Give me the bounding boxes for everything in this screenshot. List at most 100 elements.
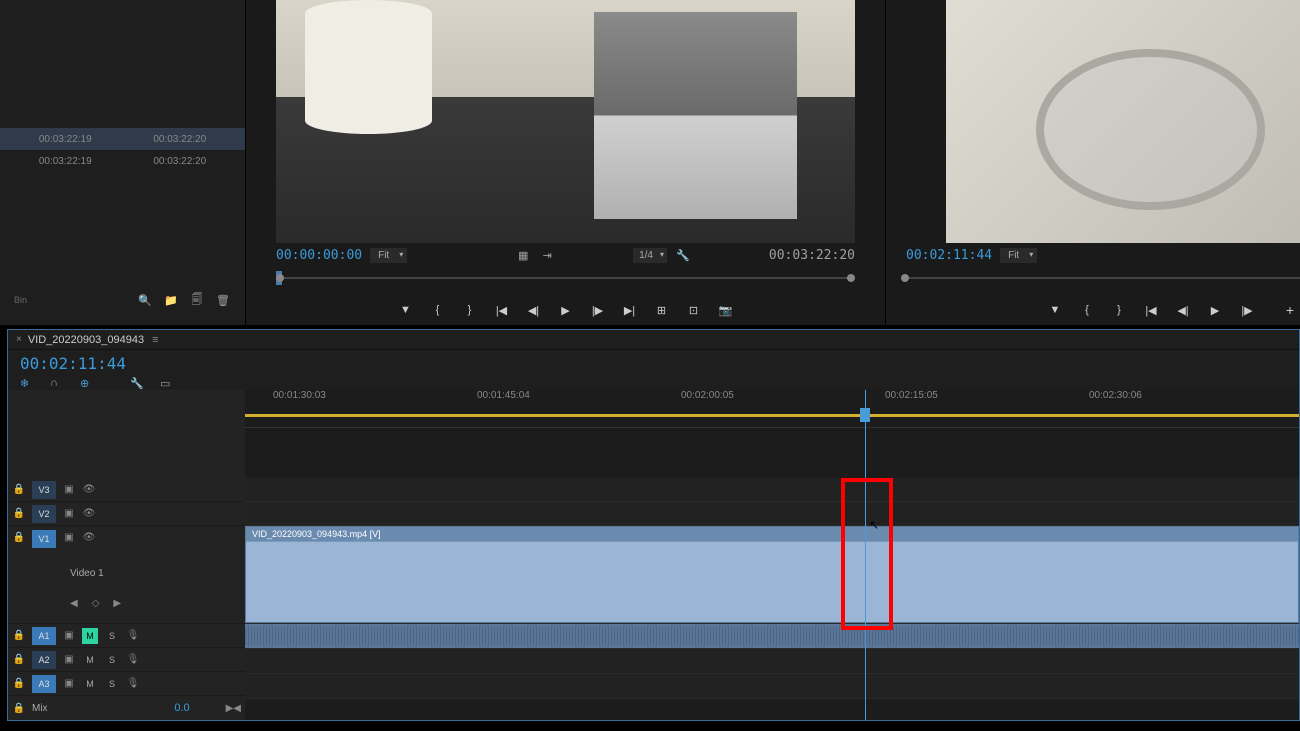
step-forward-icon[interactable]: |▶ [1238,301,1256,319]
mute-button[interactable]: M [82,628,98,644]
mark-out-icon[interactable]: } [461,301,479,319]
source-out-timecode[interactable]: 00:03:22:20 [769,248,855,263]
mark-out-icon[interactable]: } [1110,301,1128,319]
playhead-handle[interactable] [860,408,870,422]
play-icon[interactable]: ▶ [1206,301,1224,319]
sync-lock-icon[interactable]: ▣ [62,483,76,497]
ripple-icon[interactable]: ⇥ [539,247,555,263]
search-icon[interactable]: 🔍 [137,292,153,308]
settings-icon[interactable]: ▦ [515,247,531,263]
track-label[interactable]: A1 [32,627,56,645]
track-v3[interactable] [245,478,1299,502]
button-editor-icon[interactable]: + [1286,302,1294,318]
step-forward-icon[interactable]: |▶ [589,301,607,319]
mix-value[interactable]: 0.0 [174,702,189,714]
export-frame-icon[interactable]: 📷 [717,301,735,319]
program-transport: ▼ { } |◀ ◀| ▶ |▶ [886,295,1300,325]
tracks-area[interactable]: 00:01:30:03 00:01:45:04 00:02:00:05 00:0… [245,390,1299,720]
add-marker-icon[interactable]: ▼ [1046,301,1064,319]
new-item-icon[interactable]: 🗐 [189,292,205,308]
step-back-icon[interactable]: ◀| [1174,301,1192,319]
go-to-in-icon[interactable]: |◀ [1142,301,1160,319]
sync-lock-icon[interactable]: ▣ [62,530,76,544]
eye-icon[interactable]: 👁 [82,530,96,544]
program-video-preview[interactable] [946,0,1300,243]
wrench-icon[interactable]: 🔧 [675,247,691,263]
program-controls-bar: 00:02:11:44 Fit [886,243,1300,267]
resolution-dropdown[interactable]: 1/4 [633,248,667,263]
sync-lock-icon[interactable]: ▣ [62,677,76,691]
track-label[interactable]: A2 [32,651,56,669]
eye-icon[interactable]: 👁 [82,483,96,497]
track-label[interactable]: A3 [32,675,56,693]
lock-icon[interactable]: 🔒 [12,507,26,521]
add-keyframe-icon[interactable]: ◇ [92,598,100,609]
timeline-tab[interactable]: × VID_20220903_094943 ≡ [8,330,1299,350]
track-a2[interactable] [245,649,1299,674]
track-header-a3[interactable]: 🔒 A3 ▣ M S 🎙 [8,672,245,696]
voice-over-icon[interactable]: 🎙 [126,653,140,667]
trash-icon[interactable]: 🗑 [215,292,231,308]
track-a1[interactable] [245,624,1299,649]
track-v2[interactable] [245,502,1299,526]
lock-icon[interactable]: 🔒 [12,677,26,691]
overwrite-icon[interactable]: ⊡ [685,301,703,319]
track-label[interactable]: V1 [32,530,56,548]
clip-row[interactable]: 00:03:22:19 00:03:22:20 [0,150,245,172]
track-header-v2[interactable]: 🔒 V2 ▣ 👁 [8,502,245,526]
solo-button[interactable]: S [104,652,120,668]
prev-keyframe-icon[interactable]: ◀ [70,598,78,609]
track-label[interactable]: V3 [32,481,56,499]
voice-over-icon[interactable]: 🎙 [126,677,140,691]
sync-lock-icon[interactable]: ▣ [62,653,76,667]
mark-in-icon[interactable]: { [429,301,447,319]
step-back-icon[interactable]: ◀| [525,301,543,319]
track-header-a1[interactable]: 🔒 A1 ▣ M S 🎙 [8,624,245,648]
lock-icon[interactable]: 🔒 [12,530,26,544]
next-keyframe-icon[interactable]: ▶ [113,598,121,609]
lock-icon[interactable]: 🔒 [12,483,26,497]
time-ruler[interactable]: 00:01:30:03 00:01:45:04 00:02:00:05 00:0… [245,390,1299,428]
sync-lock-icon[interactable]: ▣ [62,507,76,521]
track-header-v1[interactable]: 🔒 V1 ▣ 👁 Video 1 ◀ ◇ ▶ [8,526,245,624]
program-timecode[interactable]: 00:02:11:44 [906,248,992,263]
go-to-in-icon[interactable]: |◀ [493,301,511,319]
eye-icon[interactable]: 👁 [82,507,96,521]
lock-icon[interactable]: 🔒 [12,629,26,643]
go-to-out-icon[interactable]: ▶| [621,301,639,319]
insert-icon[interactable]: ⊞ [653,301,671,319]
track-label[interactable]: V2 [32,505,56,523]
track-v1[interactable]: VID_20220903_094943.mp4 [V] [245,526,1299,624]
track-header-a2[interactable]: 🔒 A2 ▣ M S 🎙 [8,648,245,672]
track-header-mix[interactable]: 🔒 Mix 0.0 ▶◀ [8,696,245,720]
zoom-dropdown[interactable]: Fit [1000,248,1037,263]
sync-lock-icon[interactable]: ▣ [62,629,76,643]
program-scrubber[interactable] [901,271,1300,291]
new-bin-icon[interactable]: 📁 [163,292,179,308]
clip-row[interactable]: 00:03:22:19 00:03:22:20 [0,128,245,150]
voice-over-icon[interactable]: 🎙 [126,629,140,643]
panel-menu-icon[interactable]: ≡ [152,334,158,346]
source-video-preview[interactable] [276,0,855,243]
mark-in-icon[interactable]: { [1078,301,1096,319]
mute-button[interactable]: M [82,652,98,668]
video-clip[interactable]: VID_20220903_094943.mp4 [V] [245,526,1299,623]
play-icon[interactable]: ▶ [557,301,575,319]
audio-clip[interactable] [245,624,1299,648]
mute-button[interactable]: M [82,676,98,692]
track-a3[interactable] [245,674,1299,699]
work-area-bar[interactable] [245,414,1299,417]
zoom-dropdown[interactable]: Fit [370,248,407,263]
close-icon[interactable]: × [16,334,22,345]
source-scrubber[interactable] [276,271,855,291]
track-headers: 🔒 V3 ▣ 👁 🔒 V2 ▣ 👁 🔒 V1 ▣ 👁 Video 1 ◀ [8,390,245,720]
lock-icon[interactable]: 🔒 [12,653,26,667]
solo-button[interactable]: S [104,676,120,692]
timeline-timecode[interactable]: 00:02:11:44 [20,354,126,373]
track-header-v3[interactable]: 🔒 V3 ▣ 👁 [8,478,245,502]
lock-icon[interactable]: 🔒 [12,701,26,715]
add-marker-icon[interactable]: ▼ [397,301,415,319]
source-in-timecode[interactable]: 00:00:00:00 [276,248,362,263]
solo-button[interactable]: S [104,628,120,644]
collapse-icon[interactable]: ▶◀ [226,703,241,714]
